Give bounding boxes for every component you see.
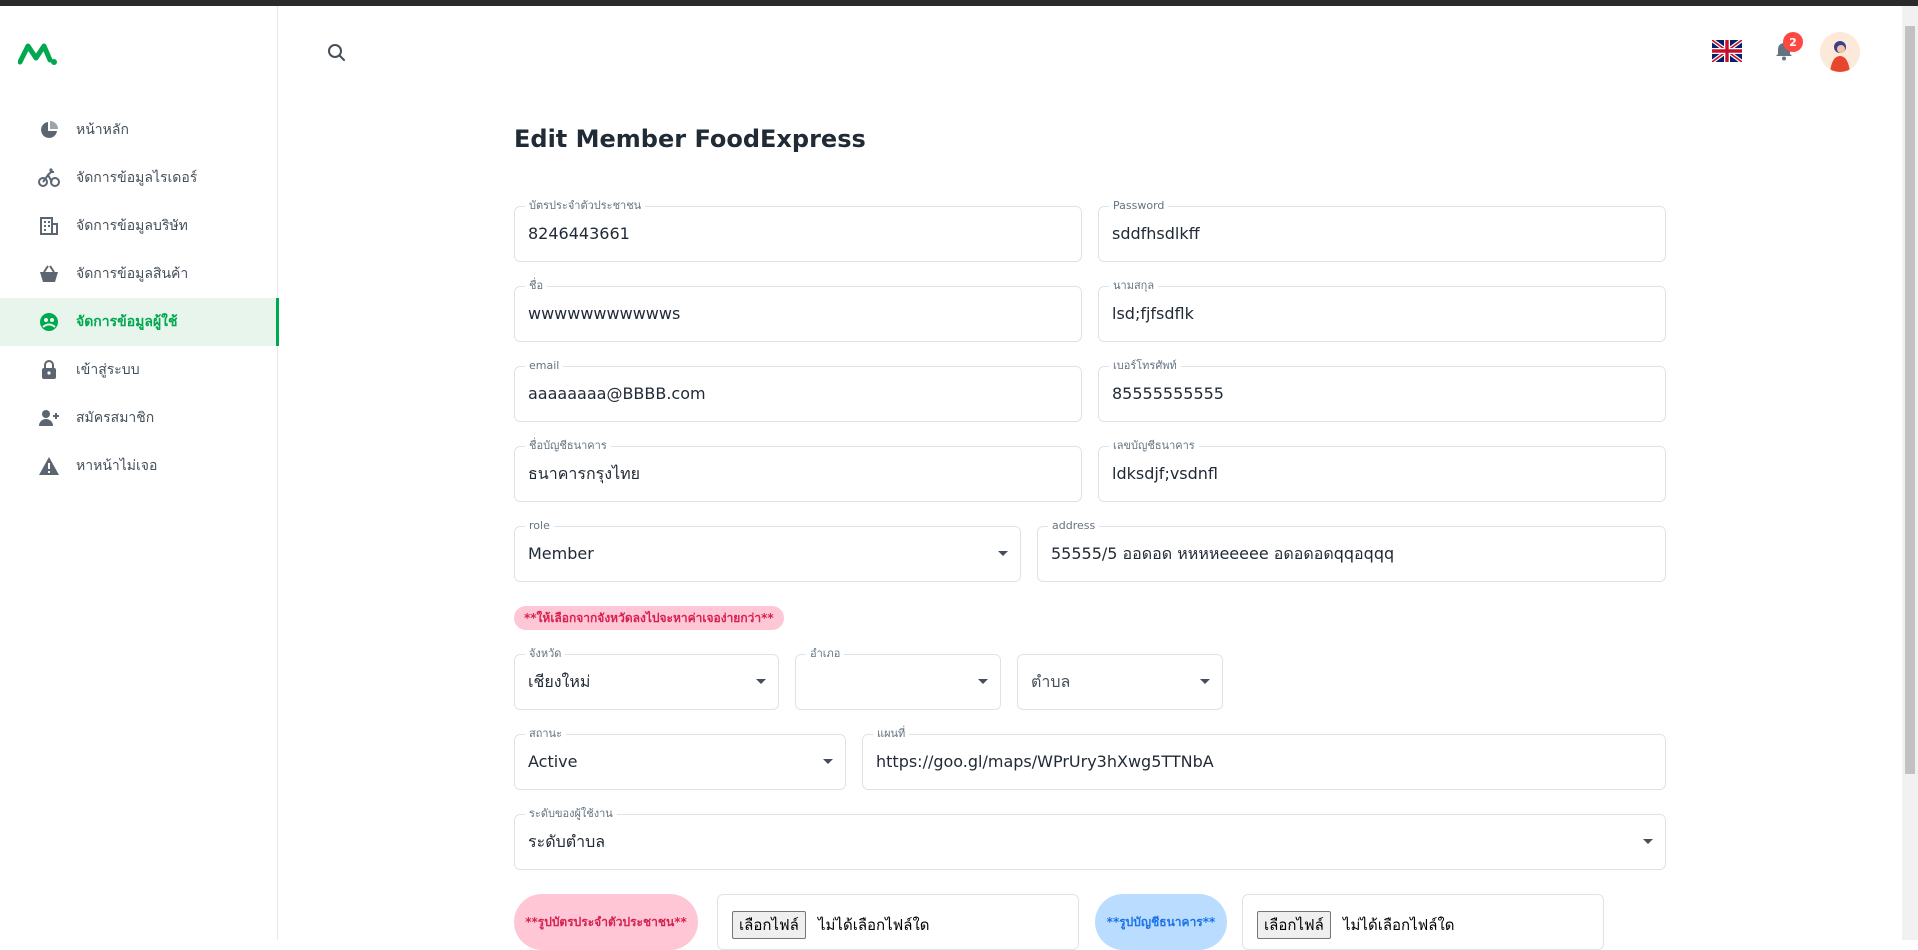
- chevron-down-icon: [1200, 679, 1210, 684]
- role-select[interactable]: role Member: [514, 519, 1021, 582]
- first-name-field[interactable]: ชื่อ wwwwwwwwwwws: [514, 279, 1082, 342]
- district-label: อำเภอ: [806, 647, 845, 661]
- sidebar-item-riders[interactable]: จัดการข้อมูลไรเดอร์: [0, 154, 278, 202]
- user-plus-icon: [38, 407, 60, 429]
- email-value: aaaaaaaa@BBBB.com: [528, 384, 706, 403]
- sidebar-item-register[interactable]: สมัครสมาชิก: [0, 394, 278, 442]
- province-value: เชียงใหม่: [528, 672, 591, 691]
- email-field[interactable]: email aaaaaaaa@BBBB.com: [514, 359, 1082, 422]
- chevron-down-icon: [823, 759, 833, 764]
- bank-file-input[interactable]: เลือกไฟล์ ไม่ได้เลือกไฟล์ใด: [1242, 894, 1604, 950]
- warning-icon: [38, 455, 60, 477]
- sidebar-nav: หน้าหลัก จัดการข้อมูลไรเดอร์ จัดการข้อมู…: [0, 106, 279, 490]
- last-name-field[interactable]: นามสกุล lsd;fjfsdflk: [1098, 279, 1666, 342]
- page-title: Edit Member FoodExpress: [514, 125, 866, 153]
- file-status-text: ไม่ได้เลือกไฟล์ใด: [1343, 916, 1455, 934]
- sidebar-item-label: จัดการข้อมูลผู้ใช้: [76, 314, 178, 330]
- phone-field[interactable]: เบอร์โทรศัพท์ 85555555555: [1098, 359, 1666, 422]
- id-card-photo-tag: **รูปบัตรประจำตัวประชาชน**: [514, 894, 698, 950]
- id-card-file-input[interactable]: เลือกไฟล์ ไม่ได้เลือกไฟล์ใด: [717, 894, 1079, 950]
- scrollbar-thumb[interactable]: [1905, 26, 1915, 774]
- status-value: Active: [528, 752, 578, 771]
- bicycle-icon: [38, 167, 60, 189]
- status-select[interactable]: สถานะ Active: [514, 727, 846, 790]
- sidebar-item-label: หาหน้าไม่เจอ: [76, 458, 158, 474]
- lock-icon: [38, 359, 60, 381]
- sidebar-item-label: หน้าหลัก: [76, 122, 129, 138]
- bank-name-field[interactable]: ชื่อบัญชีธนาคาร ธนาคารกรุงไทย: [514, 439, 1082, 502]
- choose-file-button[interactable]: เลือกไฟล์: [732, 911, 806, 939]
- user-level-select[interactable]: ระดับของผู้ใช้งาน ระดับตำบล: [514, 807, 1666, 870]
- search-icon[interactable]: [326, 42, 348, 64]
- chevron-down-icon: [1643, 839, 1653, 844]
- sidebar-item-login[interactable]: เข้าสู่ระบบ: [0, 346, 278, 394]
- notification-badge: 2: [1783, 32, 1803, 52]
- sidebar-item-label: จัดการข้อมูลบริษัท: [76, 218, 188, 234]
- id-card-field[interactable]: บัตรประจำตัวประชาชน 8246443661: [514, 199, 1082, 262]
- id-card-value: 8246443661: [528, 224, 630, 243]
- first-name-value: wwwwwwwwwwws: [528, 304, 681, 323]
- province-select[interactable]: จังหวัด เชียงใหม่: [514, 647, 779, 710]
- password-value: sddfhsdlkff: [1112, 224, 1200, 243]
- pie-chart-icon: [38, 119, 60, 141]
- bank-account-value: ldksdjf;vsdnfl: [1112, 464, 1219, 483]
- avatar[interactable]: [1820, 32, 1860, 72]
- bank-account-field[interactable]: เลขบัญชีธนาคาร ldksdjf;vsdnfl: [1098, 439, 1666, 502]
- sidebar: หน้าหลัก จัดการข้อมูลไรเดอร์ จัดการข้อมู…: [0, 6, 279, 940]
- file-status-text: ไม่ได้เลือกไฟล์ใด: [818, 916, 930, 934]
- last-name-value: lsd;fjfsdflk: [1112, 304, 1194, 323]
- password-field[interactable]: Password sddfhsdlkff: [1098, 199, 1666, 262]
- location-hint-badge: **ให้เลือกจากจังหวัดลงไปจะหาค่าเจอง่ายกว…: [514, 606, 784, 630]
- sidebar-item-users[interactable]: จัดการข้อมูลผู้ใช้: [0, 298, 279, 346]
- sidebar-item-label: สมัครสมาชิก: [76, 410, 155, 426]
- basket-icon: [38, 263, 60, 285]
- phone-value: 85555555555: [1112, 384, 1224, 403]
- user-level-value: ระดับตำบล: [528, 832, 606, 851]
- address-value: 55555/5 ออดอด หหหหeeeee อดอดอดqqอqqq: [1051, 544, 1395, 563]
- page-scrollbar[interactable]: [1902, 6, 1918, 940]
- subdistrict-select[interactable]: ตำบล: [1017, 654, 1223, 710]
- chevron-down-icon: [756, 679, 766, 684]
- subdistrict-placeholder: ตำบล: [1031, 672, 1071, 691]
- map-value: https://goo.gl/maps/WPrUry3hXwg5TTNbA: [876, 752, 1214, 771]
- sidebar-item-dashboard[interactable]: หน้าหลัก: [0, 106, 278, 154]
- district-select[interactable]: อำเภอ: [795, 647, 1001, 710]
- app-logo[interactable]: [18, 40, 58, 66]
- sidebar-item-label: จัดการข้อมูลสินค้า: [76, 266, 189, 282]
- uk-flag-icon[interactable]: [1712, 40, 1742, 62]
- sidebar-item-label: เข้าสู่ระบบ: [76, 362, 140, 378]
- bank-photo-tag: **รูปบัญชีธนาคาร**: [1095, 894, 1227, 950]
- building-icon: [38, 215, 60, 237]
- chevron-down-icon: [998, 551, 1008, 556]
- sidebar-item-label: จัดการข้อมูลไรเดอร์: [76, 170, 198, 186]
- sidebar-item-companies[interactable]: จัดการข้อมูลบริษัท: [0, 202, 278, 250]
- role-value: Member: [528, 544, 594, 563]
- map-url-field[interactable]: แผนที่ https://goo.gl/maps/WPrUry3hXwg5T…: [862, 727, 1666, 790]
- user-circle-icon: [38, 311, 60, 333]
- bank-name-value: ธนาคารกรุงไทย: [528, 464, 641, 483]
- sidebar-item-products[interactable]: จัดการข้อมูลสินค้า: [0, 250, 278, 298]
- window-top-bar: [0, 0, 1918, 6]
- choose-file-button[interactable]: เลือกไฟล์: [1257, 911, 1331, 939]
- address-field[interactable]: address 55555/5 ออดอด หหหหeeeee อดอดอดqq…: [1037, 519, 1666, 582]
- chevron-down-icon: [978, 679, 988, 684]
- sidebar-item-not-found[interactable]: หาหน้าไม่เจอ: [0, 442, 278, 490]
